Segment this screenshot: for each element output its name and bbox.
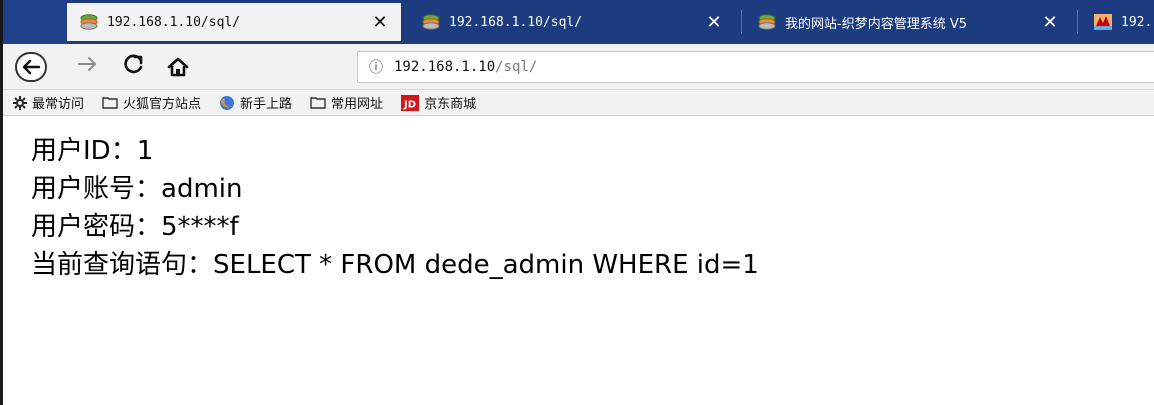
layers-icon <box>422 14 440 30</box>
bookmarks-toolbar: 最常访问 火狐官方站点 新手上路 常用网址 JD 京东商城 <box>3 90 1154 116</box>
php-logo-icon <box>1094 14 1112 30</box>
folder-icon <box>102 96 118 109</box>
bookmark-label: 京东商城 <box>424 97 477 112</box>
reload-icon <box>124 54 143 74</box>
forward-button[interactable] <box>75 54 101 80</box>
user-id-line: 用户ID：1 <box>31 132 759 170</box>
username-label: 用户账号： <box>31 174 162 204</box>
tab-separator <box>741 10 742 34</box>
tab-strip-left-area <box>3 0 67 44</box>
bookmark-most-visited[interactable]: 最常访问 <box>13 93 84 112</box>
url-bar[interactable]: ⓘ 192.168.1.10/sql/ <box>357 51 1154 83</box>
url-host: 192.168.1.10 <box>394 59 496 75</box>
bookmark-jd[interactable]: JD 京东商城 <box>401 93 476 112</box>
url-text: 192.168.1.10/sql/ <box>394 59 537 75</box>
query-label: 当前查询语句： <box>31 250 214 280</box>
password-line: 用户密码：5****f <box>31 208 759 246</box>
page-content: 用户ID：1 用户账号：admin 用户密码：5****f 当前查询语句：SEL… <box>31 132 759 284</box>
tab-strip: 192.168.1.10/sql/ ✕ 192.168.1.10/sql/ ✕ … <box>3 0 1154 44</box>
bookmark-getting-started[interactable]: 新手上路 <box>219 93 292 112</box>
firefox-icon <box>219 95 235 111</box>
tab-separator <box>1077 10 1078 34</box>
arrow-right-icon <box>78 57 96 71</box>
info-icon[interactable]: ⓘ <box>358 57 394 77</box>
jd-logo-icon: JD <box>401 94 420 111</box>
back-button[interactable] <box>15 52 47 82</box>
tab-title: 192.168.1.10/sql/ <box>107 14 241 30</box>
layers-icon <box>80 14 98 30</box>
tab-3[interactable]: 我的网站-织梦内容管理系统 V5 ✕ <box>745 3 1071 41</box>
url-path: /sql/ <box>495 59 538 75</box>
nav-bar: ⓘ 192.168.1.10/sql/ <box>3 44 1154 90</box>
tab-title: 192. <box>1121 14 1153 30</box>
tab-2[interactable]: 192.168.1.10/sql/ ✕ <box>409 3 735 41</box>
bookmark-label: 新手上路 <box>240 97 293 112</box>
bookmark-label: 最常访问 <box>32 97 85 112</box>
layers-icon <box>758 14 776 30</box>
arrow-left-icon <box>22 59 41 75</box>
gear-icon <box>13 95 27 110</box>
password-label: 用户密码： <box>31 212 162 242</box>
bookmark-firefox-site[interactable]: 火狐官方站点 <box>102 93 201 112</box>
query-line: 当前查询语句：SELECT * FROM dede_admin WHERE id… <box>31 246 759 284</box>
username-value: admin <box>161 174 243 204</box>
tab-1[interactable]: 192.168.1.10/sql/ ✕ <box>67 3 401 41</box>
reload-button[interactable] <box>119 52 149 82</box>
home-icon <box>167 57 189 77</box>
bookmark-label: 火狐官方站点 <box>123 97 202 112</box>
svg-text:JD: JD <box>403 99 416 110</box>
folder-icon <box>310 96 326 109</box>
tab-title: 192.168.1.10/sql/ <box>449 14 583 30</box>
bookmark-label: 常用网址 <box>331 97 384 112</box>
browser-window: 192.168.1.10/sql/ ✕ 192.168.1.10/sql/ ✕ … <box>0 0 1154 405</box>
username-line: 用户账号：admin <box>31 170 759 208</box>
home-button[interactable] <box>163 52 193 82</box>
user-id-value: 1 <box>136 136 154 166</box>
close-icon[interactable]: ✕ <box>705 12 723 33</box>
tab-4[interactable]: 192. <box>1081 3 1154 41</box>
close-icon[interactable]: ✕ <box>371 12 389 33</box>
bookmark-common-sites[interactable]: 常用网址 <box>310 93 383 112</box>
user-id-label: 用户ID： <box>31 136 137 166</box>
close-icon[interactable]: ✕ <box>1041 12 1059 33</box>
query-value: SELECT * FROM dede_admin WHERE id=1 <box>213 250 759 280</box>
tab-title: 我的网站-织梦内容管理系统 V5 <box>785 16 967 32</box>
password-value: 5****f <box>161 212 239 242</box>
